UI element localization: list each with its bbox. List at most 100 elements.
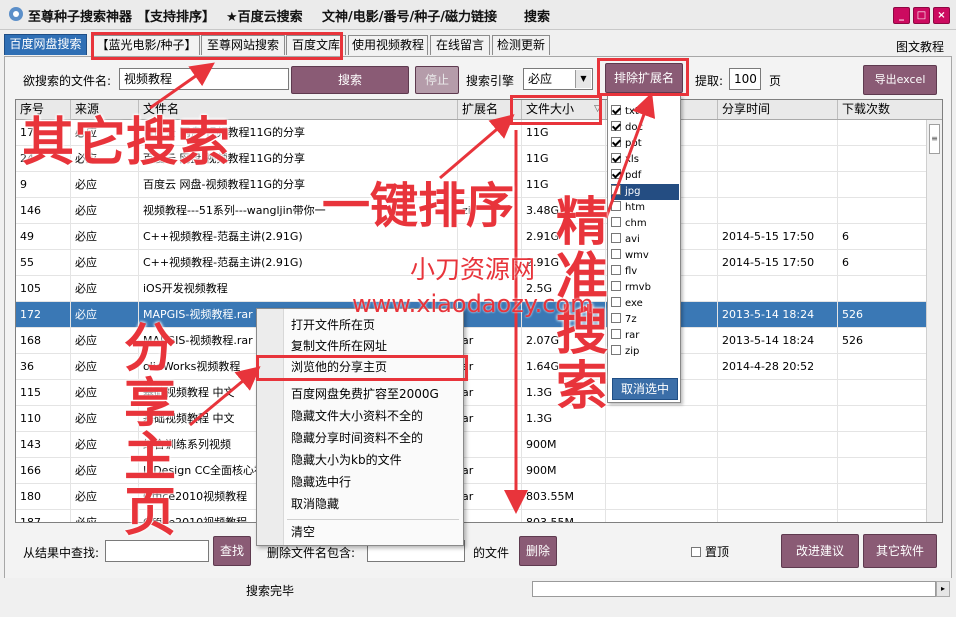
cell-blank: [606, 458, 718, 484]
take-pages-input[interactable]: 100: [729, 68, 761, 90]
ext-option-txt[interactable]: txt: [611, 104, 679, 120]
checkbox-icon[interactable]: [611, 121, 621, 131]
resize-grip-icon[interactable]: ▸: [936, 581, 950, 597]
engine-select[interactable]: 必应 ▼: [523, 68, 593, 90]
ext-option-rmvb[interactable]: rmvb: [611, 280, 679, 296]
delete-button[interactable]: 删除: [519, 536, 557, 566]
ext-option-exe[interactable]: exe: [611, 296, 679, 312]
cell-src: 必应: [71, 276, 139, 302]
ctx-clear[interactable]: 清空: [291, 522, 315, 542]
engine-select-value: 必应: [528, 72, 553, 86]
ext-option-zip[interactable]: zip: [611, 344, 679, 360]
ctx-hide-incomplete-size[interactable]: 隐藏文件大小资料不全的: [291, 406, 423, 426]
find-label: 从结果中查找:: [23, 546, 100, 560]
ext-option-rar[interactable]: rar: [611, 328, 679, 344]
pin-top-checkbox-box[interactable]: [691, 546, 701, 557]
minimize-button[interactable]: _: [893, 7, 910, 24]
cell-time: [718, 380, 838, 406]
cell-dl: [838, 380, 928, 406]
context-menu-gutter: [257, 309, 284, 545]
ext-option-xls[interactable]: xls: [611, 152, 679, 168]
pin-top-checkbox[interactable]: 置顶: [691, 543, 729, 560]
ext-option-7z[interactable]: 7z: [611, 312, 679, 328]
ext-option-doc[interactable]: doc: [611, 120, 679, 136]
ext-option-wmv[interactable]: wmv: [611, 248, 679, 264]
ctx-separator: [287, 519, 459, 520]
checkbox-icon[interactable]: [611, 153, 621, 163]
filename-input[interactable]: 视频教程: [119, 68, 289, 90]
uncheck-all-button[interactable]: 取消选中: [612, 378, 678, 400]
cell-ext: [458, 510, 522, 522]
chevron-down-icon: ▼: [575, 70, 591, 88]
suggest-button[interactable]: 改进建议: [781, 534, 859, 568]
annotation-box-filesize: [510, 95, 602, 125]
close-button[interactable]: ×: [933, 7, 950, 24]
cell-src: 必应: [71, 172, 139, 198]
search-button[interactable]: 搜索: [291, 66, 409, 94]
ext-option-flv[interactable]: flv: [611, 264, 679, 280]
cell-time: 2014-5-15 17:50: [718, 250, 838, 276]
cell-dl: 526: [838, 302, 928, 328]
cell-dl: 6: [838, 250, 928, 276]
other-software-button[interactable]: 其它软件: [863, 534, 937, 568]
status-text: 搜索完毕: [246, 584, 295, 598]
cell-time: [718, 432, 838, 458]
cell-id: 143: [16, 432, 71, 458]
stop-button[interactable]: 停止: [415, 66, 459, 94]
tab-check-update[interactable]: 检测更新: [492, 35, 550, 55]
ext-option-label: 7z: [625, 314, 637, 325]
maximize-button[interactable]: □: [913, 7, 930, 24]
ext-option-jpg[interactable]: jpg: [611, 184, 679, 200]
ext-option-htm[interactable]: htm: [611, 200, 679, 216]
checkbox-icon[interactable]: [611, 105, 621, 115]
ctx-expand-storage[interactable]: 百度网盘免费扩容至2000G: [291, 384, 439, 404]
ext-option-label: htm: [625, 202, 645, 213]
cell-time: [718, 276, 838, 302]
scrollbar-thumb[interactable]: ≡: [929, 124, 940, 154]
ext-option-pdf[interactable]: pdf: [611, 168, 679, 184]
cell-dl: 526: [838, 328, 928, 354]
ctx-hide-kb-files[interactable]: 隐藏大小为kb的文件: [291, 450, 402, 470]
ctx-unhide[interactable]: 取消隐藏: [291, 494, 339, 514]
col-header-share-time[interactable]: 分享时间: [718, 100, 838, 119]
export-excel-button[interactable]: 导出excel: [863, 65, 937, 95]
checkbox-icon[interactable]: [611, 169, 621, 179]
title-bar: 至尊种子搜索神器 【支持排序】 ★百度云搜索 文神/电影/番号/种子/磁力链接 …: [0, 0, 956, 30]
tab-video-tutorial[interactable]: 使用视频教程: [348, 35, 428, 55]
ext-option-ppt[interactable]: ppt: [611, 136, 679, 152]
ext-option-label: ppt: [625, 138, 642, 149]
ext-option-chm[interactable]: chm: [611, 216, 679, 232]
find-input[interactable]: [105, 540, 209, 562]
ctx-open-page[interactable]: 打开文件所在页: [291, 315, 375, 335]
annotation-share-home: 分享主页: [124, 319, 177, 543]
ext-option-label: rar: [625, 330, 640, 341]
cell-id: 146: [16, 198, 71, 224]
tab-message[interactable]: 在线留言: [430, 35, 490, 55]
checkbox-icon[interactable]: [611, 137, 621, 147]
cell-time: 2013-5-14 18:24: [718, 328, 838, 354]
cell-ext: ar: [458, 406, 522, 432]
ext-option-label: txt: [625, 106, 639, 117]
ext-option-avi[interactable]: avi: [611, 232, 679, 248]
col-header-downloads[interactable]: 下载次数: [838, 100, 942, 119]
find-button[interactable]: 查找: [213, 536, 251, 566]
cell-dl: [838, 172, 928, 198]
ext-option-label: doc: [625, 122, 643, 133]
cell-ext: ar: [458, 458, 522, 484]
tab-baidu-pan[interactable]: 百度网盘搜索: [4, 34, 87, 55]
engine-label: 搜索引擎: [466, 74, 515, 88]
cell-blank: [606, 432, 718, 458]
graphic-tutorial-link[interactable]: 图文教程: [896, 38, 944, 55]
ext-option-label: avi: [625, 234, 640, 245]
title-search-tag: 搜索: [524, 10, 551, 25]
table-scrollbar[interactable]: ≡: [926, 120, 942, 522]
pin-top-label: 置顶: [705, 545, 730, 559]
cell-id: 172: [16, 302, 71, 328]
ctx-copy-url[interactable]: 复制文件所在网址: [291, 336, 387, 356]
cell-id: 168: [16, 328, 71, 354]
checkbox-icon[interactable]: [611, 185, 621, 195]
ctx-hide-selected[interactable]: 隐藏选中行: [291, 472, 351, 492]
page-unit-label: 页: [769, 74, 782, 88]
ctx-hide-incomplete-time[interactable]: 隐藏分享时间资料不全的: [291, 428, 423, 448]
title-baidu-tag: ★百度云搜索: [226, 10, 303, 25]
